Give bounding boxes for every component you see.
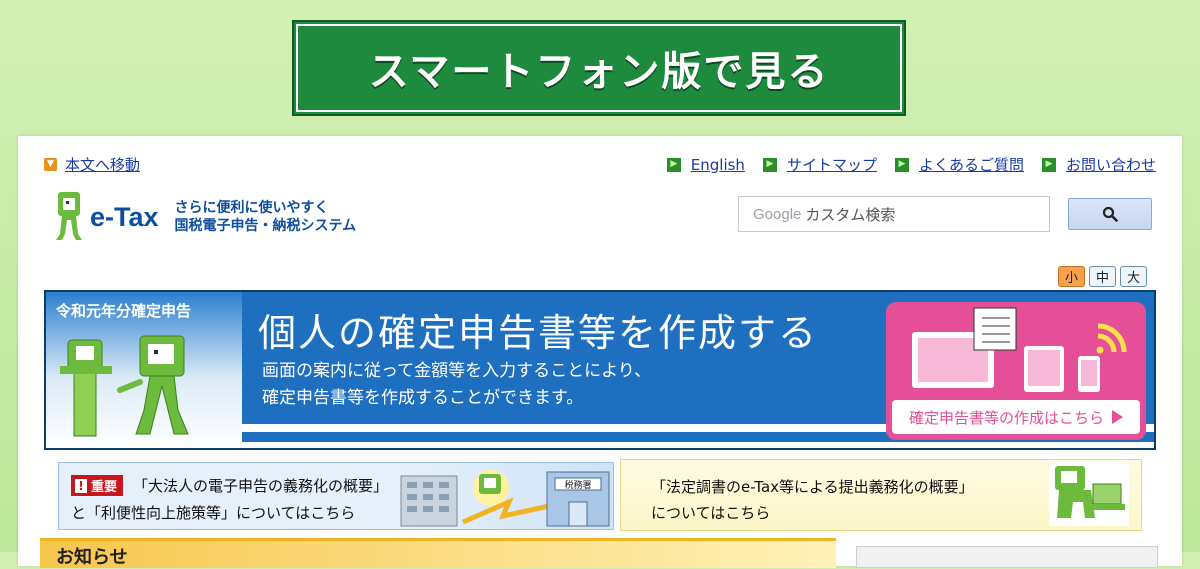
google-label: Google <box>753 205 802 223</box>
nav-link-contact[interactable]: お問い合わせ <box>1066 154 1156 175</box>
nav-item-sitemap[interactable]: ▶ サイトマップ <box>762 154 877 175</box>
search-icon <box>1102 206 1118 222</box>
news-section-header: お知らせ <box>40 538 836 568</box>
nav-link-faq[interactable]: よくあるご質問 <box>919 154 1024 175</box>
logo-tagline-line1: さらに便利に使いやすく <box>174 200 329 216</box>
nav-link-english[interactable]: English <box>691 156 745 174</box>
banner-desc-line2: 確定申告書等を作成することができます。 <box>262 388 584 408</box>
search-placeholder: カスタム検索 <box>805 205 896 224</box>
arrow-right-icon: ▶ <box>1041 157 1056 172</box>
logo-tagline-line2: 国税電子申告・納税システム <box>174 218 357 234</box>
search-button[interactable] <box>1068 198 1152 230</box>
banner-left-panel: 令和元年分確定申告 <box>46 292 242 448</box>
smartphone-version-button[interactable]: スマートフォン版で見る <box>292 20 906 116</box>
font-size-medium[interactable]: 中 <box>1089 266 1116 287</box>
mascot-with-laptop-icon <box>1049 462 1129 526</box>
etax-logo[interactable]: e-Tax さらに便利に使いやすく 国税電子申告・納税システム <box>52 190 356 244</box>
arrow-right-icon: ▶ <box>762 157 777 172</box>
arrow-right-icon <box>1112 410 1123 424</box>
nav-item-contact[interactable]: ▶ お問い合わせ <box>1041 154 1156 175</box>
nav-item-faq[interactable]: ▶ よくあるご質問 <box>894 154 1024 175</box>
nav-link-sitemap[interactable]: サイトマップ <box>787 154 877 175</box>
etax-mascot-icon <box>56 192 82 240</box>
mascot-illustration-icon <box>60 335 189 437</box>
smartphone-version-label: スマートフォン版で見る <box>368 49 830 95</box>
notice-left-line1: 「大法人の電子申告の義務化の概要」 <box>133 477 389 495</box>
banner-description: 画面の案内に従って金額等を入力することにより、 確定申告書等を作成することができ… <box>262 358 651 412</box>
skip-link-label[interactable]: 本文へ移動 <box>65 154 140 175</box>
utility-nav: ▶ English ▶ サイトマップ ▶ よくあるご質問 ▶ お問い合わせ <box>649 154 1156 175</box>
banner-title: 個人の確定申告書等を作成する <box>258 311 819 355</box>
devices-illustration-icon <box>912 307 1127 392</box>
banner-desc-line1: 画面の案内に従って金額等を入力することにより、 <box>262 361 652 381</box>
exclamation-icon: ! <box>75 478 87 493</box>
notice-corporate-mandate[interactable]: ! 重要 「大法人の電子申告の義務化の概要」 と「利便性向上施策等」についてはこ… <box>58 462 614 530</box>
chevron-down-icon: ▼ <box>44 158 57 171</box>
banner-cta-panel[interactable]: 確定申告書等の作成はこちら <box>886 302 1146 440</box>
news-title: お知らせ <box>56 547 128 568</box>
side-panel-box <box>856 546 1158 568</box>
notice-left-line2: と「利便性向上施策等」についてはこちら <box>71 504 356 522</box>
notice-right-line1: 「法定調書のe-Tax等による提出義務化の概要」 <box>651 478 974 496</box>
page-container: ▼ 本文へ移動 ▶ English ▶ サイトマップ ▶ よくあるご質問 ▶ お… <box>18 136 1182 568</box>
notice-right-line2: についてはこちら <box>651 504 771 522</box>
notice-statutory-report-mandate[interactable]: 「法定調書のe-Tax等による提出義務化の概要」 についてはこちら <box>620 459 1142 531</box>
banner-label: 令和元年分確定申告 <box>56 302 192 320</box>
search-input[interactable]: Google カスタム検索 <box>738 196 1050 232</box>
tax-return-banner[interactable]: 令和元年分確定申告 個人の確定申告書等を作成する 画面の案内に従って金額等を入力… <box>44 290 1156 450</box>
font-size-large[interactable]: 大 <box>1120 266 1147 287</box>
create-return-cta[interactable]: 確定申告書等の作成はこちら <box>892 400 1140 434</box>
arrow-right-icon: ▶ <box>894 157 909 172</box>
cta-label: 確定申告書等の作成はこちら <box>908 408 1104 427</box>
nav-item-english[interactable]: ▶ English <box>666 154 745 175</box>
important-badge: ! 重要 <box>71 475 124 496</box>
logo-tagline: さらに便利に使いやすく 国税電子申告・納税システム <box>175 199 357 235</box>
skip-to-content[interactable]: ▼ 本文へ移動 <box>44 154 140 175</box>
etax-wordmark: e-Tax <box>90 201 159 232</box>
tax-office-illustration-icon: 税務署 <box>400 470 610 527</box>
tax-office-sign: 税務署 <box>564 479 591 491</box>
font-size-small[interactable]: 小 <box>1058 266 1085 287</box>
arrow-right-icon: ▶ <box>666 157 681 172</box>
important-badge-label: 重要 <box>91 480 118 495</box>
font-size-selector: 小 中 大 <box>1054 266 1147 287</box>
